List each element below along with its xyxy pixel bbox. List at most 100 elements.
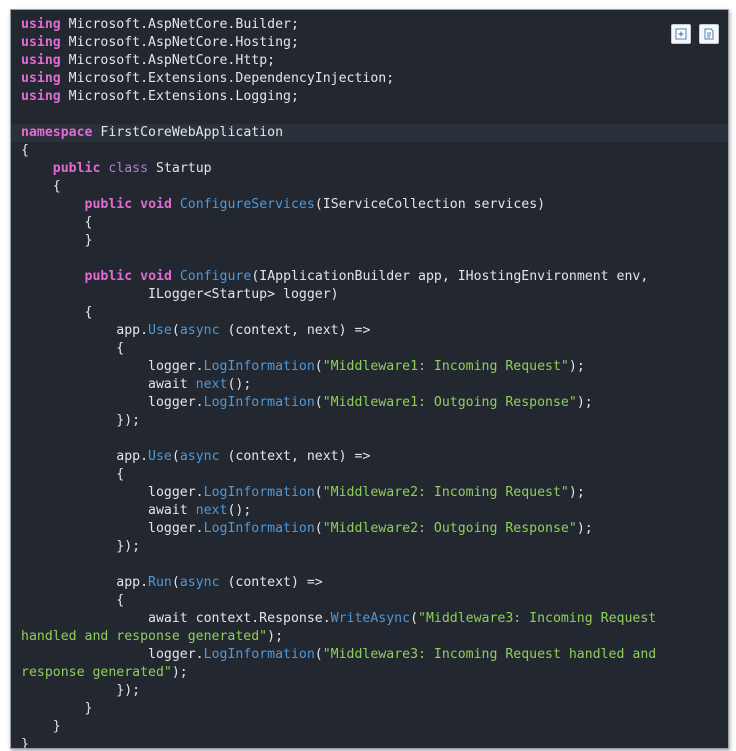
code-token: (context, next) => [219,323,371,338]
code-token: next [195,377,228,392]
code-token: await [21,377,196,392]
code-token: Microsoft.AspNetCore.Hosting; [60,35,299,50]
code-token: public [52,161,101,176]
code-token: next [195,503,228,518]
code-line: logger.LogInformation("Middleware1: Inco… [11,358,728,376]
code-token: await context.Response. [21,611,331,626]
code-token: WriteAsync [330,611,411,626]
code-line: ILogger<Startup> logger) [11,286,728,304]
code-token: }); [21,683,141,698]
code-token: Use [148,323,172,338]
code-token: ); [576,521,593,536]
code-token: { [21,341,125,356]
code-line: }); [11,538,728,556]
expand-source-icon [675,28,687,40]
code-token: using [21,35,61,50]
code-token: Configure [179,269,252,284]
code-token: logger. [21,359,204,374]
view-source-icon [704,28,714,40]
code-line: public class Startup [11,160,728,178]
code-line: using Microsoft.AspNetCore.Hosting; [11,34,728,52]
code-token: using [21,71,61,86]
code-line: await next(); [11,376,728,394]
code-token: LogInformation [203,395,315,410]
code-line: await next(); [11,502,728,520]
code-token: (IApplicationBuilder app, IHostingEnviro… [251,269,649,284]
code-token: LogInformation [203,647,315,662]
code-line: public void ConfigureServices(IServiceCo… [11,196,728,214]
code-token: ILogger<Startup> logger) [21,287,339,302]
code-token: ); [568,359,585,374]
code-line: { [11,304,728,322]
code-token: ( [314,647,323,662]
code-token: async [179,323,220,338]
code-token: "Middleware1: Outgoing Response" [322,395,577,410]
code-token: LogInformation [203,359,315,374]
code-token: ( [314,485,323,500]
code-line: logger.LogInformation("Middleware2: Outg… [11,520,728,538]
code-line: await context.Response.WriteAsync("Middl… [11,610,728,628]
code-token: } [21,701,93,716]
code-token: response generated" [21,665,172,680]
code-token: { [21,593,125,608]
code-token: using [21,53,61,68]
code-token: FirstCoreWebApplication [92,125,284,140]
code-token: }); [21,413,141,428]
code-token: namespace [21,125,93,140]
code-line: { [11,592,728,610]
code-token: ConfigureServices [179,197,315,212]
code-token: "Middleware2: Outgoing Response" [322,521,577,536]
code-token: LogInformation [203,485,315,500]
code-token: ); [576,395,593,410]
code-toolbar [671,24,719,44]
code-token: ( [410,611,419,626]
code-token: await [21,503,196,518]
code-line: using Microsoft.AspNetCore.Builder; [11,16,728,34]
code-token: Run [148,575,172,590]
code-line: logger.LogInformation("Middleware3: Inco… [11,646,728,664]
code-token: Startup [148,161,212,176]
code-line: } [11,700,728,718]
code-token: ( [314,395,323,410]
code-token: logger. [21,521,204,536]
expand-source-button[interactable] [671,24,691,44]
code-line: handled and response generated"); [11,628,728,646]
code-token: } [21,719,61,734]
code-line: app.Run(async (context) => [11,574,728,592]
code-token: } [21,233,93,248]
code-token: } [21,737,29,749]
code-token: public [84,269,133,284]
code-token: Microsoft.Extensions.Logging; [60,89,299,104]
code-token: (); [227,377,252,392]
code-token: LogInformation [203,521,315,536]
code-line: } [11,232,728,250]
code-token: ( [314,521,323,536]
code-token: async [179,575,220,590]
code-token: public [84,197,133,212]
code-line: logger.LogInformation("Middleware2: Inco… [11,484,728,502]
code-token: using [21,89,61,104]
code-token: (IServiceCollection services) [314,197,546,212]
code-token: app. [21,449,149,464]
code-listing: using Microsoft.AspNetCore.Builder; using… [11,16,728,749]
code-line: { [11,466,728,484]
code-token: }); [21,539,141,554]
code-token: handled and response generated" [21,629,268,644]
code-token: Microsoft.Extensions.DependencyInjection… [60,71,395,86]
code-token: void [140,197,172,212]
code-token: ( [171,449,180,464]
code-line: } [11,736,728,749]
code-token: { [21,305,93,320]
view-source-button[interactable] [699,24,719,44]
code-token: "Middleware1: Incoming Request" [322,359,569,374]
code-line: { [11,142,728,160]
code-line: using Microsoft.Extensions.Logging; [11,88,728,106]
code-token: Microsoft.AspNetCore.Http; [60,53,276,68]
